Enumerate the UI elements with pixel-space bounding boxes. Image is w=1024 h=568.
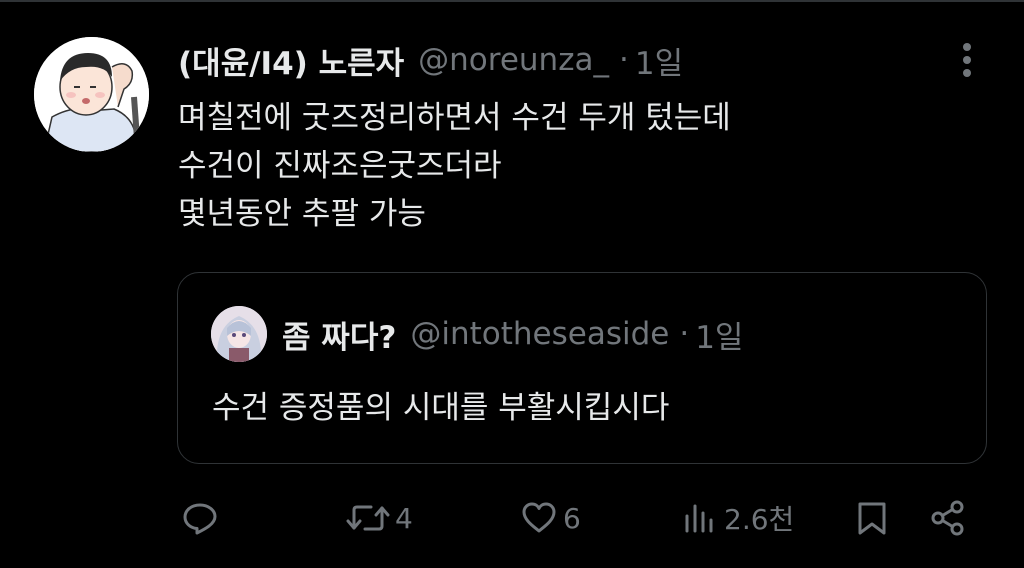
retweet-count: 4 xyxy=(395,501,413,535)
quoted-tweet-header: 좀 짜다? @intotheseaside · 1일 xyxy=(282,309,743,359)
more-dots-icon xyxy=(963,56,971,64)
reply-button[interactable] xyxy=(180,490,224,546)
share-button[interactable] xyxy=(928,490,968,546)
views-button[interactable]: 2.6천 xyxy=(680,490,794,546)
tweet-text-line: 수건이 진짜조은굿즈더라 xyxy=(178,148,502,184)
author-handle[interactable]: @noreunza_ xyxy=(418,42,609,78)
bookmark-icon xyxy=(858,502,886,535)
quoted-header-separator: · xyxy=(679,316,690,352)
quoted-tweet-timestamp[interactable]: 1일 xyxy=(695,312,743,357)
author-display-name[interactable]: (대윤/I4) 노른자 xyxy=(178,38,404,83)
bookmark-button[interactable] xyxy=(852,490,892,546)
more-dots-icon xyxy=(963,43,971,51)
more-options-button[interactable] xyxy=(954,40,980,80)
like-count: 6 xyxy=(563,501,581,535)
quoted-author-avatar[interactable] xyxy=(211,306,267,362)
share-icon xyxy=(931,500,964,536)
author-avatar-illustration xyxy=(34,37,149,152)
views-icon xyxy=(685,504,713,533)
quoted-tweet-card[interactable]: 좀 짜다? @intotheseaside · 1일 수건 증정품의 시대를 부… xyxy=(177,272,987,464)
reply-icon xyxy=(183,503,217,535)
author-avatar[interactable] xyxy=(34,37,149,152)
more-dots-icon xyxy=(963,69,971,77)
tweet-text: 며칠전에 굿즈정리하면서 수건 두개 텄는데 수건이 진짜조은굿즈더라 몇년동안… xyxy=(178,94,731,238)
tweet-header: (대윤/I4) 노른자 @noreunza_ · 1일 xyxy=(178,38,683,82)
quoted-author-display-name[interactable]: 좀 짜다? xyxy=(282,312,396,357)
top-divider xyxy=(0,0,1024,2)
tweet-timestamp[interactable]: 1일 xyxy=(635,38,683,83)
tweet-text-line: 며칠전에 굿즈정리하면서 수건 두개 텄는데 xyxy=(178,100,731,136)
quoted-author-handle[interactable]: @intotheseaside xyxy=(410,316,669,352)
tweet-text-line: 몇년동안 추팔 가능 xyxy=(178,196,426,232)
quoted-tweet-text: 수건 증정품의 시대를 부활시킵시다 xyxy=(212,390,670,426)
quoted-avatar-illustration xyxy=(211,306,267,362)
like-button[interactable]: 6 xyxy=(519,490,581,546)
retweet-icon xyxy=(346,505,390,531)
heart-icon xyxy=(522,502,556,533)
retweet-button[interactable]: 4 xyxy=(345,490,413,546)
tweet-action-bar: 4 6 2.6천 xyxy=(0,490,1024,546)
header-separator: · xyxy=(618,42,629,78)
views-count: 2.6천 xyxy=(724,503,795,536)
